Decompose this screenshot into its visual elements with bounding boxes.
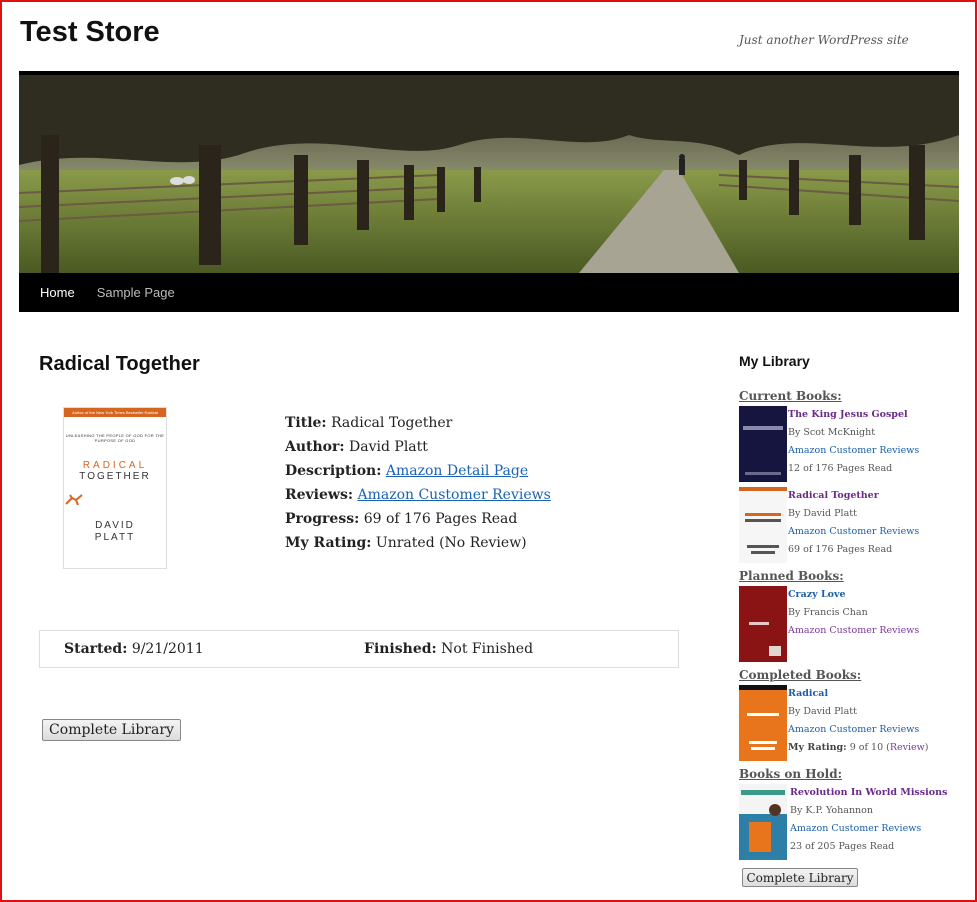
book-thumbnail[interactable] bbox=[739, 685, 787, 761]
book-progress: 12 of 176 Pages Read bbox=[788, 463, 893, 474]
book-progress: 23 of 205 Pages Read bbox=[790, 841, 895, 852]
amazon-detail-link[interactable]: Amazon Detail Page bbox=[386, 463, 528, 479]
detail-author: Author: David Platt bbox=[285, 439, 428, 455]
sidebar-book-radical: Radical By David Platt Amazon Customer R… bbox=[739, 685, 969, 761]
detail-description: Description: Amazon Detail Page bbox=[285, 463, 529, 479]
cover-word-radical: RADICAL bbox=[82, 460, 148, 471]
book-details: Title: Radical Together Author: David Pl… bbox=[285, 411, 551, 555]
planned-books-heading[interactable]: Planned Books: bbox=[739, 569, 844, 583]
book-thumbnail[interactable] bbox=[739, 487, 787, 563]
nav-item-sample-page[interactable]: Sample Page bbox=[86, 273, 186, 312]
book-title-link[interactable]: Crazy Love bbox=[788, 586, 919, 604]
started-date: Started: 9/21/2011 bbox=[64, 641, 204, 657]
detail-title: Title: Radical Together bbox=[285, 415, 453, 431]
book-reviews-link[interactable]: Amazon Customer Reviews bbox=[788, 442, 919, 460]
main-navigation: Home Sample Page bbox=[19, 273, 959, 312]
book-cover-image: Author of the New York Times Bestseller … bbox=[63, 407, 167, 569]
sidebar-book-revolution-in-world-missions: Revolution In World Missions By K.P. Yoh… bbox=[739, 784, 969, 860]
cover-subtitle: UNLEASHING THE PEOPLE OF GOD FOR THE PUR… bbox=[65, 433, 165, 443]
book-reviews-link[interactable]: Amazon Customer Reviews bbox=[788, 523, 919, 541]
finished-date: Finished: Not Finished bbox=[364, 641, 534, 657]
site-tagline: Just another WordPress site bbox=[739, 33, 909, 47]
book-thumbnail[interactable] bbox=[739, 586, 787, 662]
sidebar-complete-library-button[interactable]: Complete Library bbox=[742, 868, 858, 887]
sidebar-book-king-jesus-gospel: The King Jesus Gospel By Scot McKnight A… bbox=[739, 406, 969, 482]
cover-word-together: TOGETHER bbox=[79, 471, 151, 482]
book-title-link[interactable]: The King Jesus Gospel bbox=[788, 406, 919, 424]
cover-banner-text: Author of the New York Times Bestseller … bbox=[64, 408, 166, 417]
nav-item-home[interactable]: Home bbox=[19, 273, 86, 312]
book-title-link[interactable]: Radical bbox=[788, 685, 929, 703]
completed-books-heading[interactable]: Completed Books: bbox=[739, 668, 861, 682]
page-title: Radical Together bbox=[39, 353, 200, 375]
sidebar-book-crazy-love: Crazy Love By Francis Chan Amazon Custom… bbox=[739, 586, 969, 662]
reading-dates-box: Started: 9/21/2011 Finished: Not Finishe… bbox=[39, 630, 679, 668]
book-author: By K.P. Yohannon bbox=[790, 805, 874, 816]
book-author: By David Platt bbox=[788, 706, 857, 717]
book-rating: My Rating: 9 of 10 (Review) bbox=[788, 742, 929, 753]
sidebar-title: My Library bbox=[739, 353, 810, 369]
book-author: By Francis Chan bbox=[788, 607, 868, 618]
detail-reviews: Reviews: Amazon Customer Reviews bbox=[285, 487, 551, 503]
amazon-reviews-link[interactable]: Amazon Customer Reviews bbox=[357, 487, 550, 503]
sidebar-book-radical-together: Radical Together By David Platt Amazon C… bbox=[739, 487, 969, 563]
header-banner-image bbox=[19, 75, 959, 273]
cover-author: DAVID PLATT bbox=[94, 520, 136, 543]
book-author: By Scot McKnight bbox=[788, 427, 876, 438]
book-reviews-link[interactable]: Amazon Customer Reviews bbox=[790, 820, 947, 838]
book-thumbnail[interactable] bbox=[739, 406, 787, 482]
books-on-hold-heading[interactable]: Books on Hold: bbox=[739, 767, 842, 781]
book-thumbnail[interactable] bbox=[739, 784, 787, 860]
detail-rating: My Rating: Unrated (No Review) bbox=[285, 535, 527, 551]
complete-library-button[interactable]: Complete Library bbox=[42, 719, 181, 741]
current-books-heading[interactable]: Current Books: bbox=[739, 389, 842, 403]
detail-progress: Progress: 69 of 176 Pages Read bbox=[285, 511, 518, 527]
book-reviews-link[interactable]: Amazon Customer Reviews bbox=[788, 721, 929, 739]
book-title-link[interactable]: Revolution In World Missions bbox=[790, 784, 947, 802]
book-author: By David Platt bbox=[788, 508, 857, 519]
site-title[interactable]: Test Store bbox=[20, 16, 160, 49]
runner-icon bbox=[65, 494, 83, 506]
book-progress: 69 of 176 Pages Read bbox=[788, 544, 893, 555]
book-title-link[interactable]: Radical Together bbox=[788, 487, 919, 505]
book-review-link[interactable]: Review bbox=[890, 742, 925, 753]
book-reviews-link[interactable]: Amazon Customer Reviews bbox=[788, 622, 919, 640]
